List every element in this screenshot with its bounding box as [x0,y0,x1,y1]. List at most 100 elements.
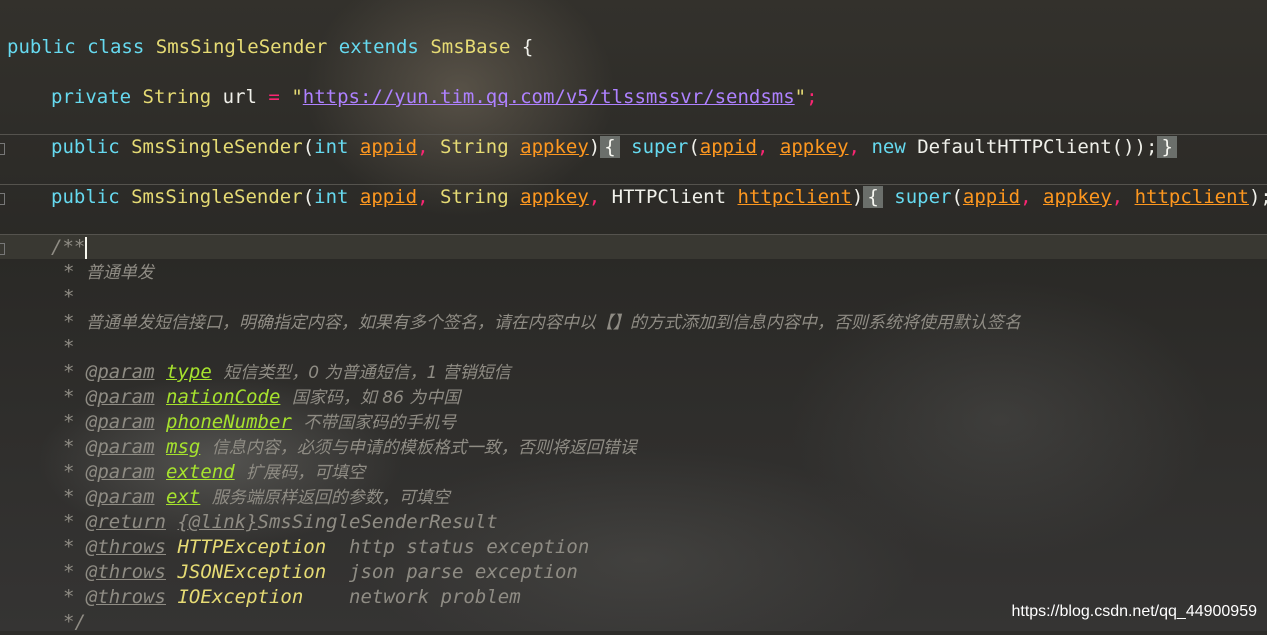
doc-param-line: * @param type 短信类型，0 为普通短信，1 营销短信 [63,360,1267,385]
param-name: extend [166,461,235,483]
param-name: ext [166,486,201,508]
operator: = [268,86,280,108]
doc-title: 普通单发 [85,263,154,283]
doc-param-line: * @param msg 信息内容，必须与申请的模板格式一致，否则将返回错误 [63,435,1267,460]
doc-param-line: * @param nationCode 国家码，如 86 为中国 [63,385,1267,410]
exception-description: json parse exception [349,561,578,583]
comment-star: * [63,411,75,433]
link-tag: {@link} [177,511,258,533]
paren: ( [951,186,963,208]
constructor-name: SmsSingleSender [131,186,303,208]
type-string: String [440,186,509,208]
param-description: 不带国家码的手机号 [303,413,457,433]
param-name: nationCode [166,386,281,408]
comment-star: * [63,586,75,608]
paren: ( [302,136,315,158]
comma: , [588,186,601,208]
comment-close: */ [63,611,86,633]
exception-name: HTTPException [177,536,327,558]
doc-param-line: * @param ext 服务端原样返回的参数，可填空 [63,485,1267,510]
param-appkey: appkey [520,186,589,208]
type-int: int [314,186,349,208]
comma: , [1111,186,1124,208]
comment-star: * [63,511,75,533]
doc-line-title: * 普通单发 [63,260,1267,285]
string-quote: " [794,86,807,108]
code-line-constructor-1: public SmsSingleSender(int appid, String… [51,135,1267,160]
keyword: public [51,136,120,158]
comment-star: * [63,536,75,558]
keyword: public [51,186,120,208]
comma: , [1020,186,1032,208]
param-description: 短信类型，0 为普通短信，1 营销短信 [223,363,511,383]
call-end: ); [1248,186,1267,208]
folded-block-open[interactable]: { [863,186,883,208]
folded-block-open[interactable]: { [600,136,620,158]
arg-appid: appid [699,136,757,158]
param-tag: @param [85,361,155,383]
doc-description: 普通单发短信接口，明确指定内容，如果有多个签名，请在内容中以【】的方式添加到信息… [85,313,1021,333]
fold-marker-icon[interactable] [0,143,5,155]
param-name: phoneNumber [166,411,292,433]
doc-param-line: * @param extend 扩展码，可填空 [63,460,1267,485]
type-int: int [314,136,349,158]
param-tag: @param [85,461,155,483]
param-description: 扩展码，可填空 [246,463,366,483]
doc-throws-line: * @throws JSONException json parse excep… [63,560,1267,585]
keyword: class [87,36,145,58]
param-description: 服务端原样返回的参数，可填空 [211,488,450,508]
throws-tag: @throws [85,586,166,608]
comma: , [756,136,769,158]
semicolon: ; [806,86,818,108]
code-editor[interactable]: public class SmsSingleSender extends Sms… [0,0,1267,633]
comment-open: /** [51,236,86,258]
param-description: 国家码，如 86 为中国 [291,388,461,408]
exception-description: network problem [349,586,521,608]
type-name: String [142,86,212,108]
field-name: url [222,86,257,108]
comment-star: * [63,286,75,308]
url-link[interactable]: https://yun.tim.qq.com/v5/tlssmssvr/send… [303,86,795,108]
comment-star: * [63,461,75,483]
type-httpclient: HTTPClient [611,186,727,208]
param-httpclient: httpclient [737,186,852,208]
comment-star: * [63,361,75,383]
fold-marker-icon[interactable] [0,193,5,205]
doc-return-line: * @return {@link}SmsSingleSenderResult [63,510,1267,535]
param-appid: appid [359,136,418,158]
string-quote: " [291,86,303,108]
doc-line-blank: * [63,285,1267,310]
constructor-name: SmsSingleSender [131,136,303,158]
comment-star: * [63,561,75,583]
param-appkey: appkey [520,136,589,158]
arg-httpclient: httpclient [1134,186,1249,208]
comment-star: * [63,336,75,358]
paren: ) [851,186,864,208]
keyword-super: super [631,136,689,158]
brace: { [510,36,534,58]
param-appid: appid [359,186,418,208]
paren: ( [302,186,315,208]
fold-marker-icon[interactable] [0,243,5,255]
doc-line-description: * 普通单发短信接口，明确指定内容，如果有多个签名，请在内容中以【】的方式添加到… [63,310,1267,335]
watermark-url: https://blog.csdn.net/qq_44900959 [1011,603,1257,620]
param-tag: @param [85,436,155,458]
throws-tag: @throws [85,536,166,558]
param-name: type [166,361,212,383]
text-cursor [85,236,88,259]
doc-comment-open: /** [51,235,1267,260]
doc-throws-line: * @throws HTTPException http status exce… [63,535,1267,560]
code-line-constructor-2: public SmsSingleSender(int appid, String… [51,185,1267,210]
throws-tag: @throws [85,561,166,583]
keyword: extends [338,36,419,58]
doc-param-line: * @param phoneNumber 不带国家码的手机号 [63,410,1267,435]
comment-star: * [63,386,75,408]
paren: ( [688,136,700,158]
keyword: private [51,86,132,108]
comma: , [417,136,429,158]
doc-line-blank: * [63,335,1267,360]
comma: , [417,186,429,208]
comment-star: * [63,436,75,458]
comma: , [848,136,860,158]
folded-block-close[interactable]: } [1157,136,1177,158]
